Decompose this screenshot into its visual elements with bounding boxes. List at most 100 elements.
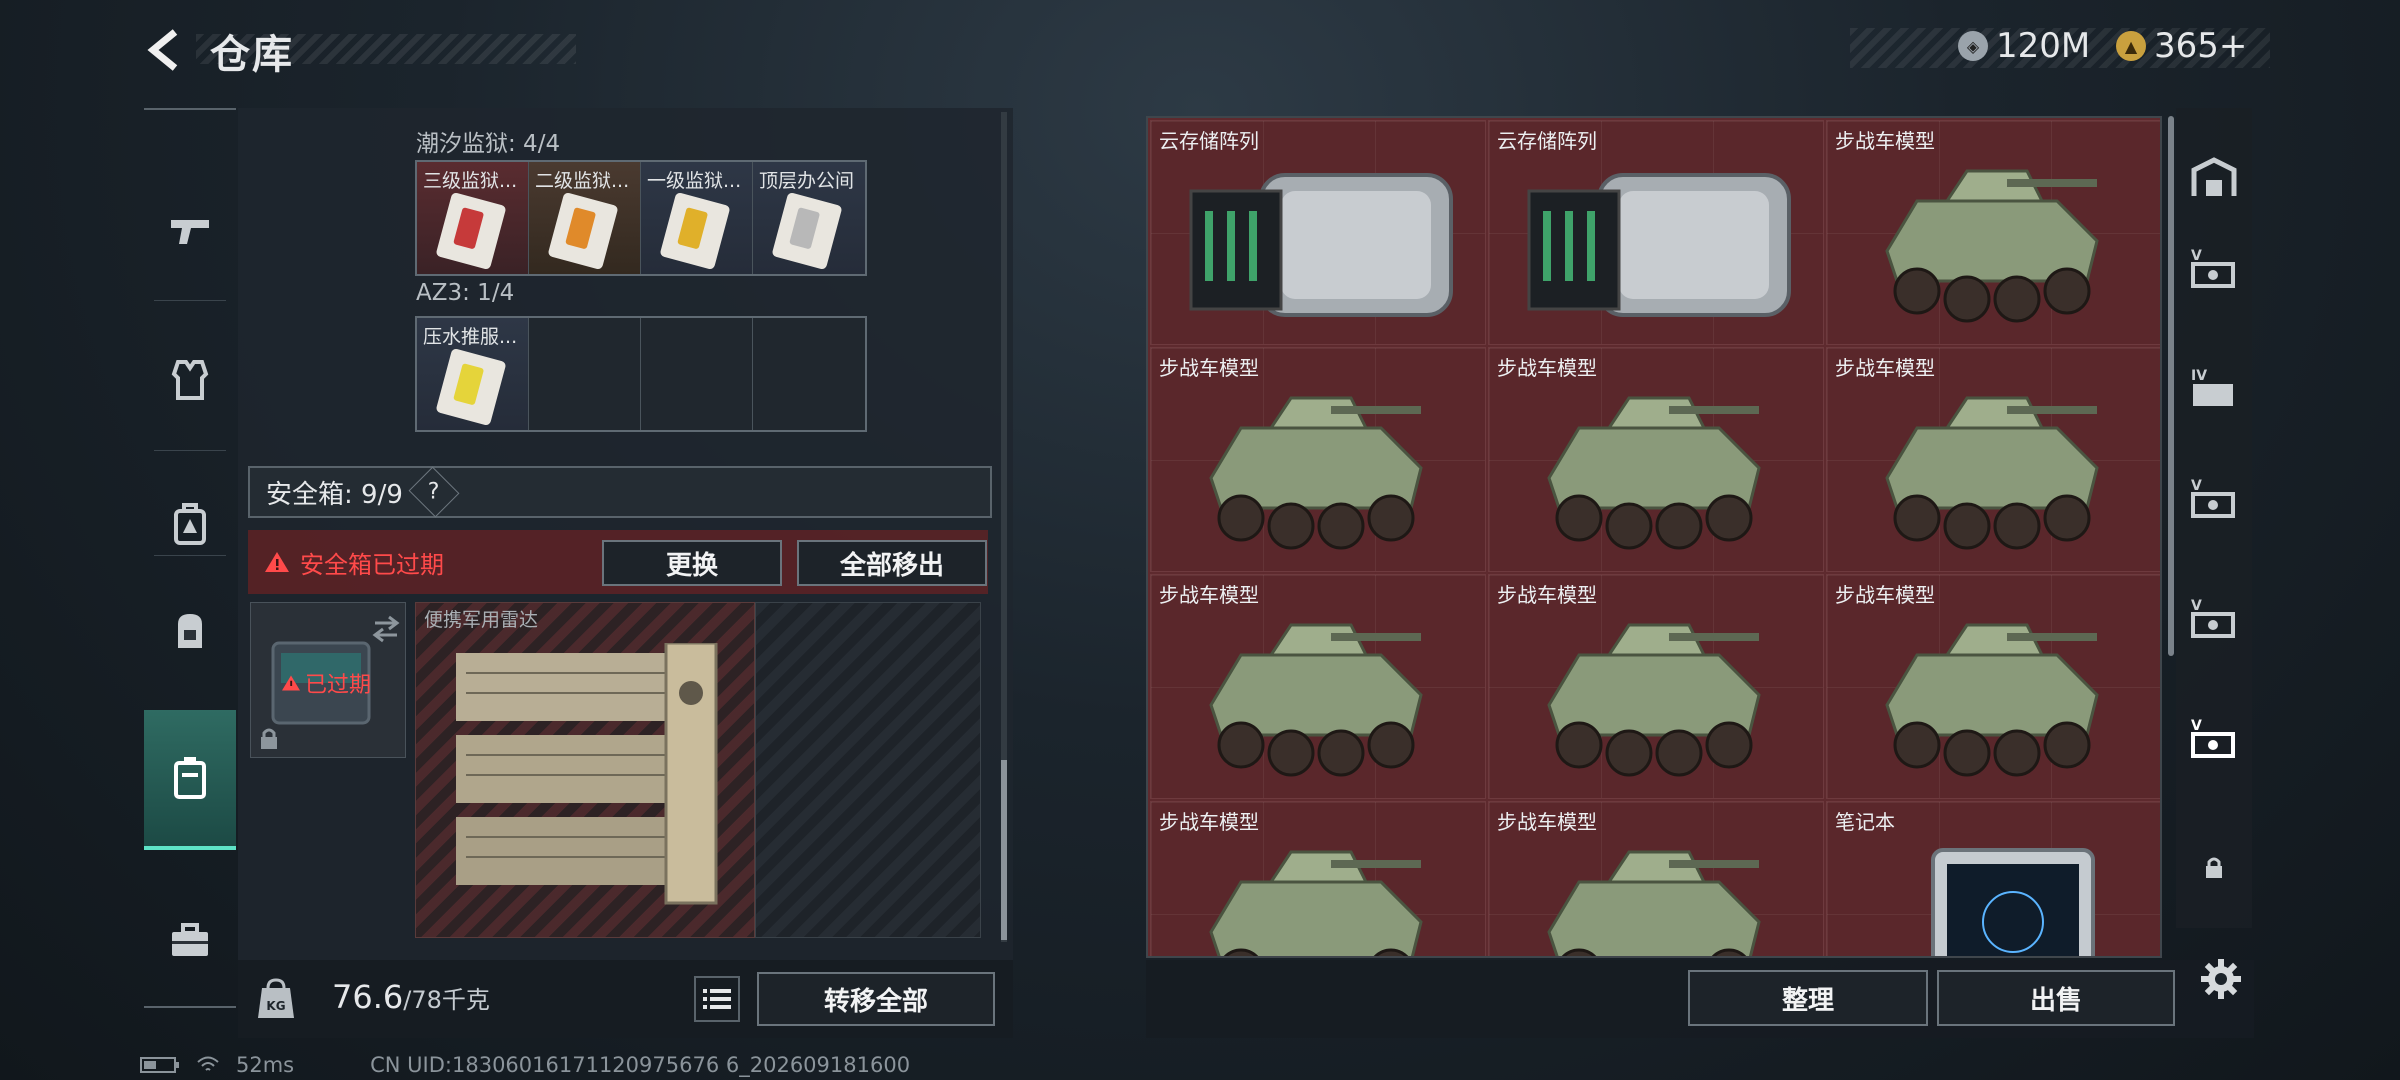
weight-badge-text: KG [266,999,285,1013]
weight-badge: KG [256,976,296,1020]
coin-icon: ◈ [1958,31,1988,61]
cargo-icon [2191,157,2237,196]
toolbox-icon [172,923,208,956]
help-button[interactable]: ? [408,466,460,518]
nav-storage-v-2[interactable]: V [2176,448,2252,548]
stash-item-name: 云存储阵列 [1497,129,1597,153]
settings-button[interactable] [2196,954,2246,1004]
storage-v-icon: V [2191,718,2235,758]
stash-cell[interactable]: 笔记本 [1826,801,2160,956]
currency-coins[interactable]: ◈ 120M [1958,26,2090,66]
item-slot[interactable]: 压水推服... [417,318,529,430]
chevron-left-icon [147,29,178,71]
item-slot[interactable]: 顶层办公间 [753,162,865,274]
stash-item-name: 笔记本 [1835,810,1895,834]
left-category-nav [144,108,236,1008]
currency-premium[interactable]: ▲ 365+ [2116,26,2247,66]
sort-button[interactable]: 整理 [1688,970,1928,1026]
stash-item-name: 步战车模型 [1159,810,1259,834]
storage-v-icon: V [2191,248,2235,288]
stash-cell[interactable]: 步战车模型 [1826,120,2160,345]
empty-slot[interactable] [753,318,865,430]
empty-slot[interactable] [641,318,753,430]
storage-iv-icon: IV [2191,368,2233,406]
az3-keycard-row: 压水推服... [415,316,867,432]
list-view-button[interactable] [694,976,740,1022]
stash-item-name: 云存储阵列 [1159,129,1259,153]
nav-storage-v-4[interactable]: V [2176,688,2252,788]
prison-keycard-row: 三级监狱... 二级监狱... 一级监狱... 顶层办公间 [415,160,867,276]
stash-cell[interactable]: 步战车模型 [1488,574,1824,799]
item-name: 便携军用雷达 [424,609,539,631]
item-name: 三级监狱... [423,170,518,192]
stash-cell[interactable]: 云存储阵列 [1488,120,1824,345]
stash-item-name: 步战车模型 [1835,129,1935,153]
ifv-model-icon [1885,623,2099,777]
ifv-model-icon [1547,396,1761,550]
nav-storage-v-1[interactable]: V [2176,218,2252,318]
item-slot[interactable]: 二级监狱... [529,162,641,274]
nav-cargo[interactable] [2176,128,2252,228]
warning-icon [265,552,289,572]
item-name: 二级监狱... [535,170,630,192]
item-slot[interactable]: 三级监狱... [417,162,529,274]
nav-weapon[interactable] [144,160,236,300]
empty-slot[interactable] [529,318,641,430]
right-storage-nav: V IV V V V [2176,108,2252,928]
nav-divider [154,450,226,451]
remove-all-button[interactable]: 全部移出 [797,540,987,586]
wifi-icon [197,1056,219,1071]
back-button[interactable] [140,22,190,78]
stash-cell[interactable]: 步战车模型 [1150,574,1486,799]
svg-text:V: V [2191,248,2202,264]
nav-toolbox[interactable] [144,870,236,1010]
lock-icon [2206,857,2222,878]
battery-icon [140,1057,179,1073]
stash-cell[interactable]: 云存储阵列 [1150,120,1486,345]
replace-button[interactable]: 更换 [602,540,782,586]
nav-locked[interactable] [2176,818,2252,918]
stash-cell[interactable]: 步战车模型 [1150,347,1486,572]
weapon-icon [171,220,209,244]
ifv-model-icon [1209,396,1423,550]
nav-storage-v-3[interactable]: V [2176,568,2252,668]
stash-grid-panel: 云存储阵列 云存储阵列 步战车模型 步战车模型 步战车模型 步战车模型 步战车模… [1146,116,2162,958]
keycard-icon [435,347,507,427]
sell-button[interactable]: 出售 [1937,970,2175,1026]
empty-safe-slot[interactable] [755,602,981,938]
transfer-all-button[interactable]: 转移全部 [757,972,995,1026]
stash-item-name: 步战车模型 [1497,810,1597,834]
ifv-model-icon [1209,623,1423,777]
svg-text:V: V [2191,718,2202,734]
nav-backpack[interactable] [144,560,236,700]
left-scrollbar-thumb[interactable] [1001,760,1007,940]
currency-coins-value: 120M [1996,26,2091,66]
safe-case-slot[interactable]: 已过期 [250,602,406,758]
stash-cell[interactable]: 步战车模型 [1826,574,2160,799]
backpack-icon [178,614,202,648]
item-slot[interactable]: 一级监狱... [641,162,753,274]
stash-cell[interactable]: 步战车模型 [1150,801,1486,956]
nav-safe-box[interactable] [144,710,236,850]
stash-scrollbar-thumb[interactable] [2168,116,2174,656]
stash-cell[interactable]: 步战车模型 [1826,347,2160,572]
stash-cell[interactable]: 步战车模型 [1488,801,1824,956]
stash-item-name: 步战车模型 [1497,356,1597,380]
keycard-icon [547,191,619,271]
armor-vest-icon [171,360,209,400]
radar-item-slot[interactable]: 便携军用雷达 [415,602,755,938]
nav-storage-iv[interactable]: IV [2176,338,2252,438]
case-expired-label: 已过期 [281,667,371,699]
stash-item-name: 步战车模型 [1159,356,1259,380]
uid-text: CN UID:18306016171120975676 6_2026091816… [370,1053,911,1077]
expired-notice-text: 安全箱已过期 [300,550,444,579]
page-title: 仓库 [210,32,294,78]
weight-icon: KG [258,978,294,1018]
stash-item-name: 步战车模型 [1497,583,1597,607]
stash-cell[interactable]: 步战车模型 [1488,347,1824,572]
nav-armor[interactable] [144,310,236,450]
section-label-az3: AZ3: 1/4 [416,280,515,306]
weight-current: 76.6 [332,978,404,1016]
status-bar: 52ms CN UID:18306016171120975676 6_20260… [140,1052,1040,1078]
ifv-model-icon [1209,850,1423,956]
